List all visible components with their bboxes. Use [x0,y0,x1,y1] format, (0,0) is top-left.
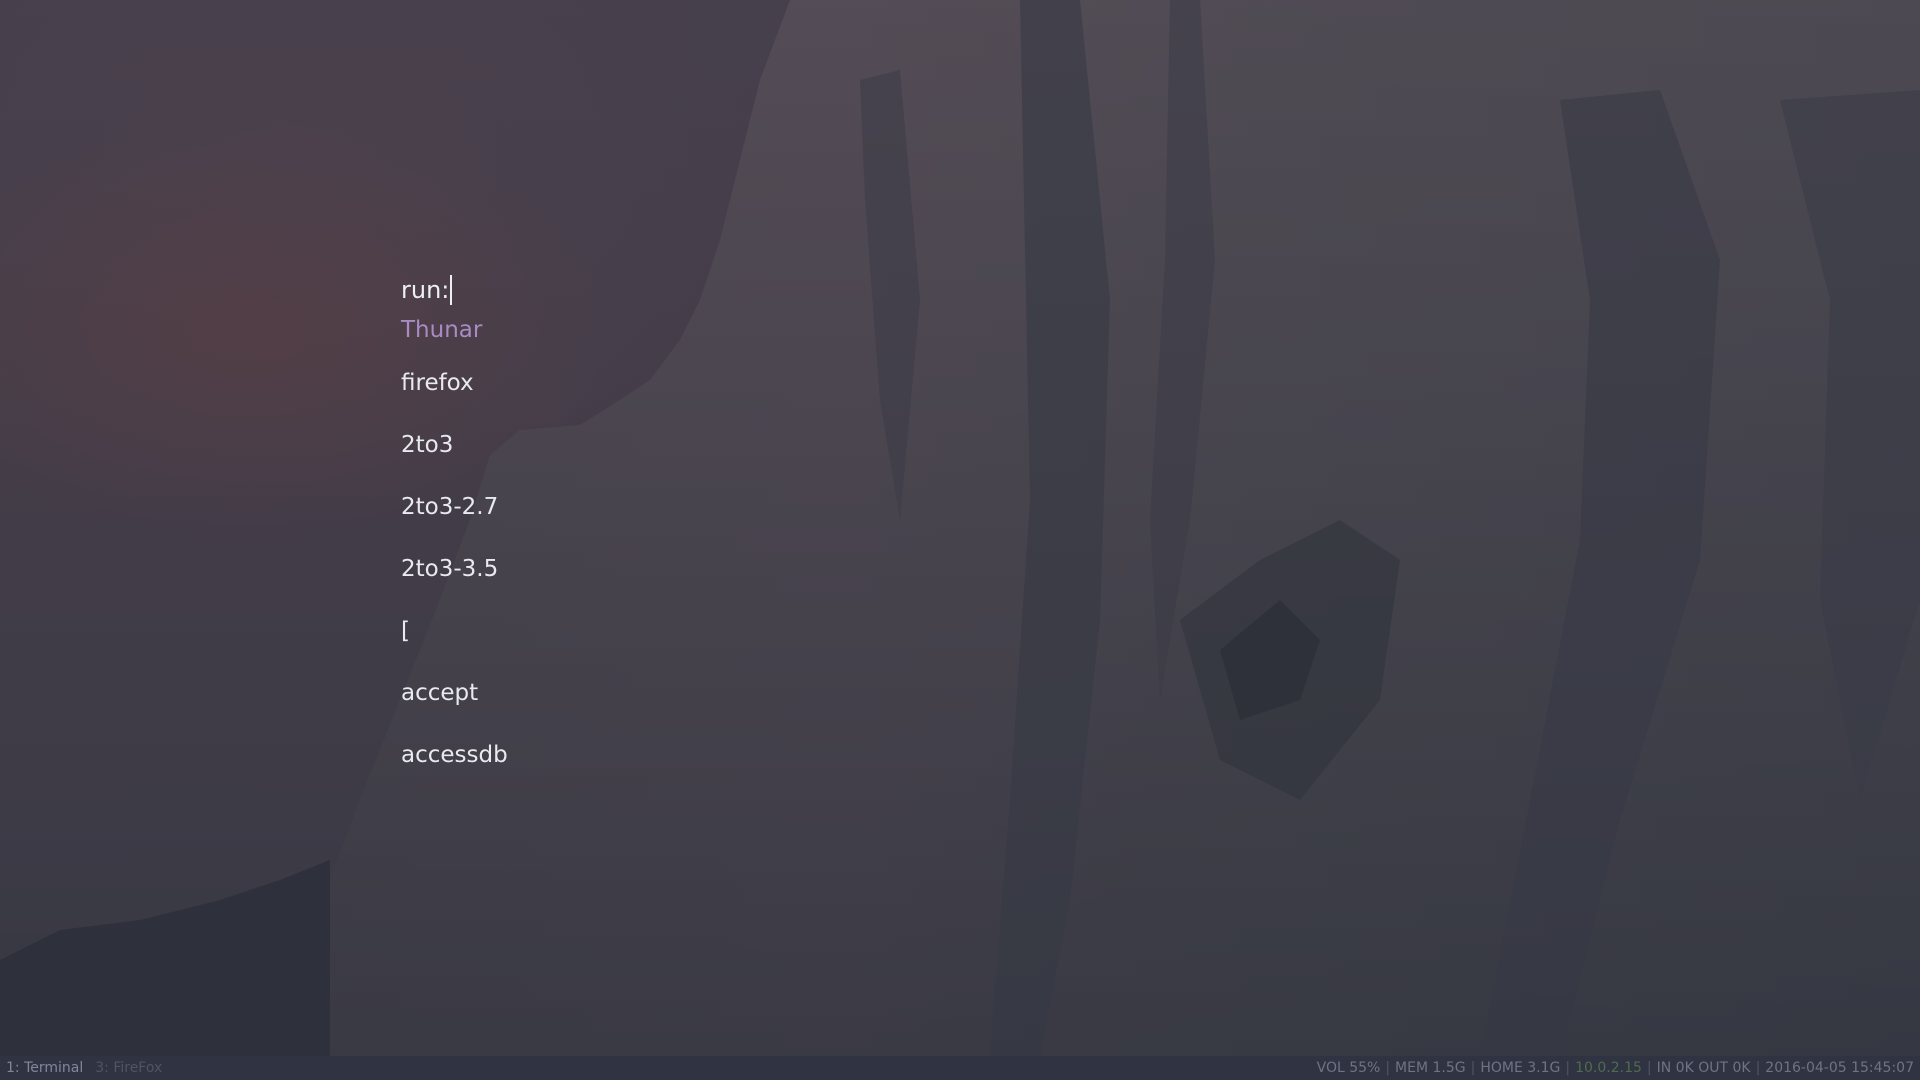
run-launcher: run: Thunar firefox 2to3 2to3-2.7 2to3-3… [401,272,1101,786]
datetime-status: 2016-04-05 15:45:07 [1765,1060,1914,1076]
result-item[interactable]: 2to3-3.5 [401,538,1101,600]
result-item[interactable]: accessdb [401,724,1101,786]
system-status: VOL 55% | MEM 1.5G | HOME 3.1G | 10.0.2.… [1317,1056,1914,1080]
result-item[interactable]: accept [401,662,1101,724]
home-disk-status: HOME 3.1G [1480,1060,1561,1076]
status-bar: 1: Terminal 3: FireFox VOL 55% | MEM 1.5… [0,1056,1920,1080]
result-list: Thunar firefox 2to3 2to3-2.7 2to3-3.5 [ … [401,308,1101,786]
result-item[interactable]: firefox [401,352,1101,414]
result-item[interactable]: 2to3-2.7 [401,476,1101,538]
memory-status: MEM 1.5G [1395,1060,1466,1076]
result-item[interactable]: [ [401,600,1101,662]
forest-left [0,860,330,1056]
result-item[interactable]: 2to3 [401,414,1101,476]
text-cursor [450,275,453,305]
network-status: IN 0K OUT 0K [1656,1060,1751,1076]
ip-address-status: 10.0.2.15 [1575,1060,1642,1076]
status-separator: | [1646,1060,1652,1076]
status-separator: | [1470,1060,1476,1076]
workspace-terminal[interactable]: 1: Terminal [6,1056,83,1080]
workspace-firefox[interactable]: 3: FireFox [95,1056,162,1080]
volume-status: VOL 55% [1316,1060,1381,1076]
prompt-label: run: [401,276,450,304]
status-separator: | [1565,1060,1571,1076]
result-item[interactable]: Thunar [401,308,1101,352]
status-separator: | [1755,1060,1761,1076]
prompt-row: run: [401,272,1101,308]
workspace-list: 1: Terminal 3: FireFox [6,1056,162,1080]
status-separator: | [1385,1060,1391,1076]
run-input[interactable] [454,276,955,304]
